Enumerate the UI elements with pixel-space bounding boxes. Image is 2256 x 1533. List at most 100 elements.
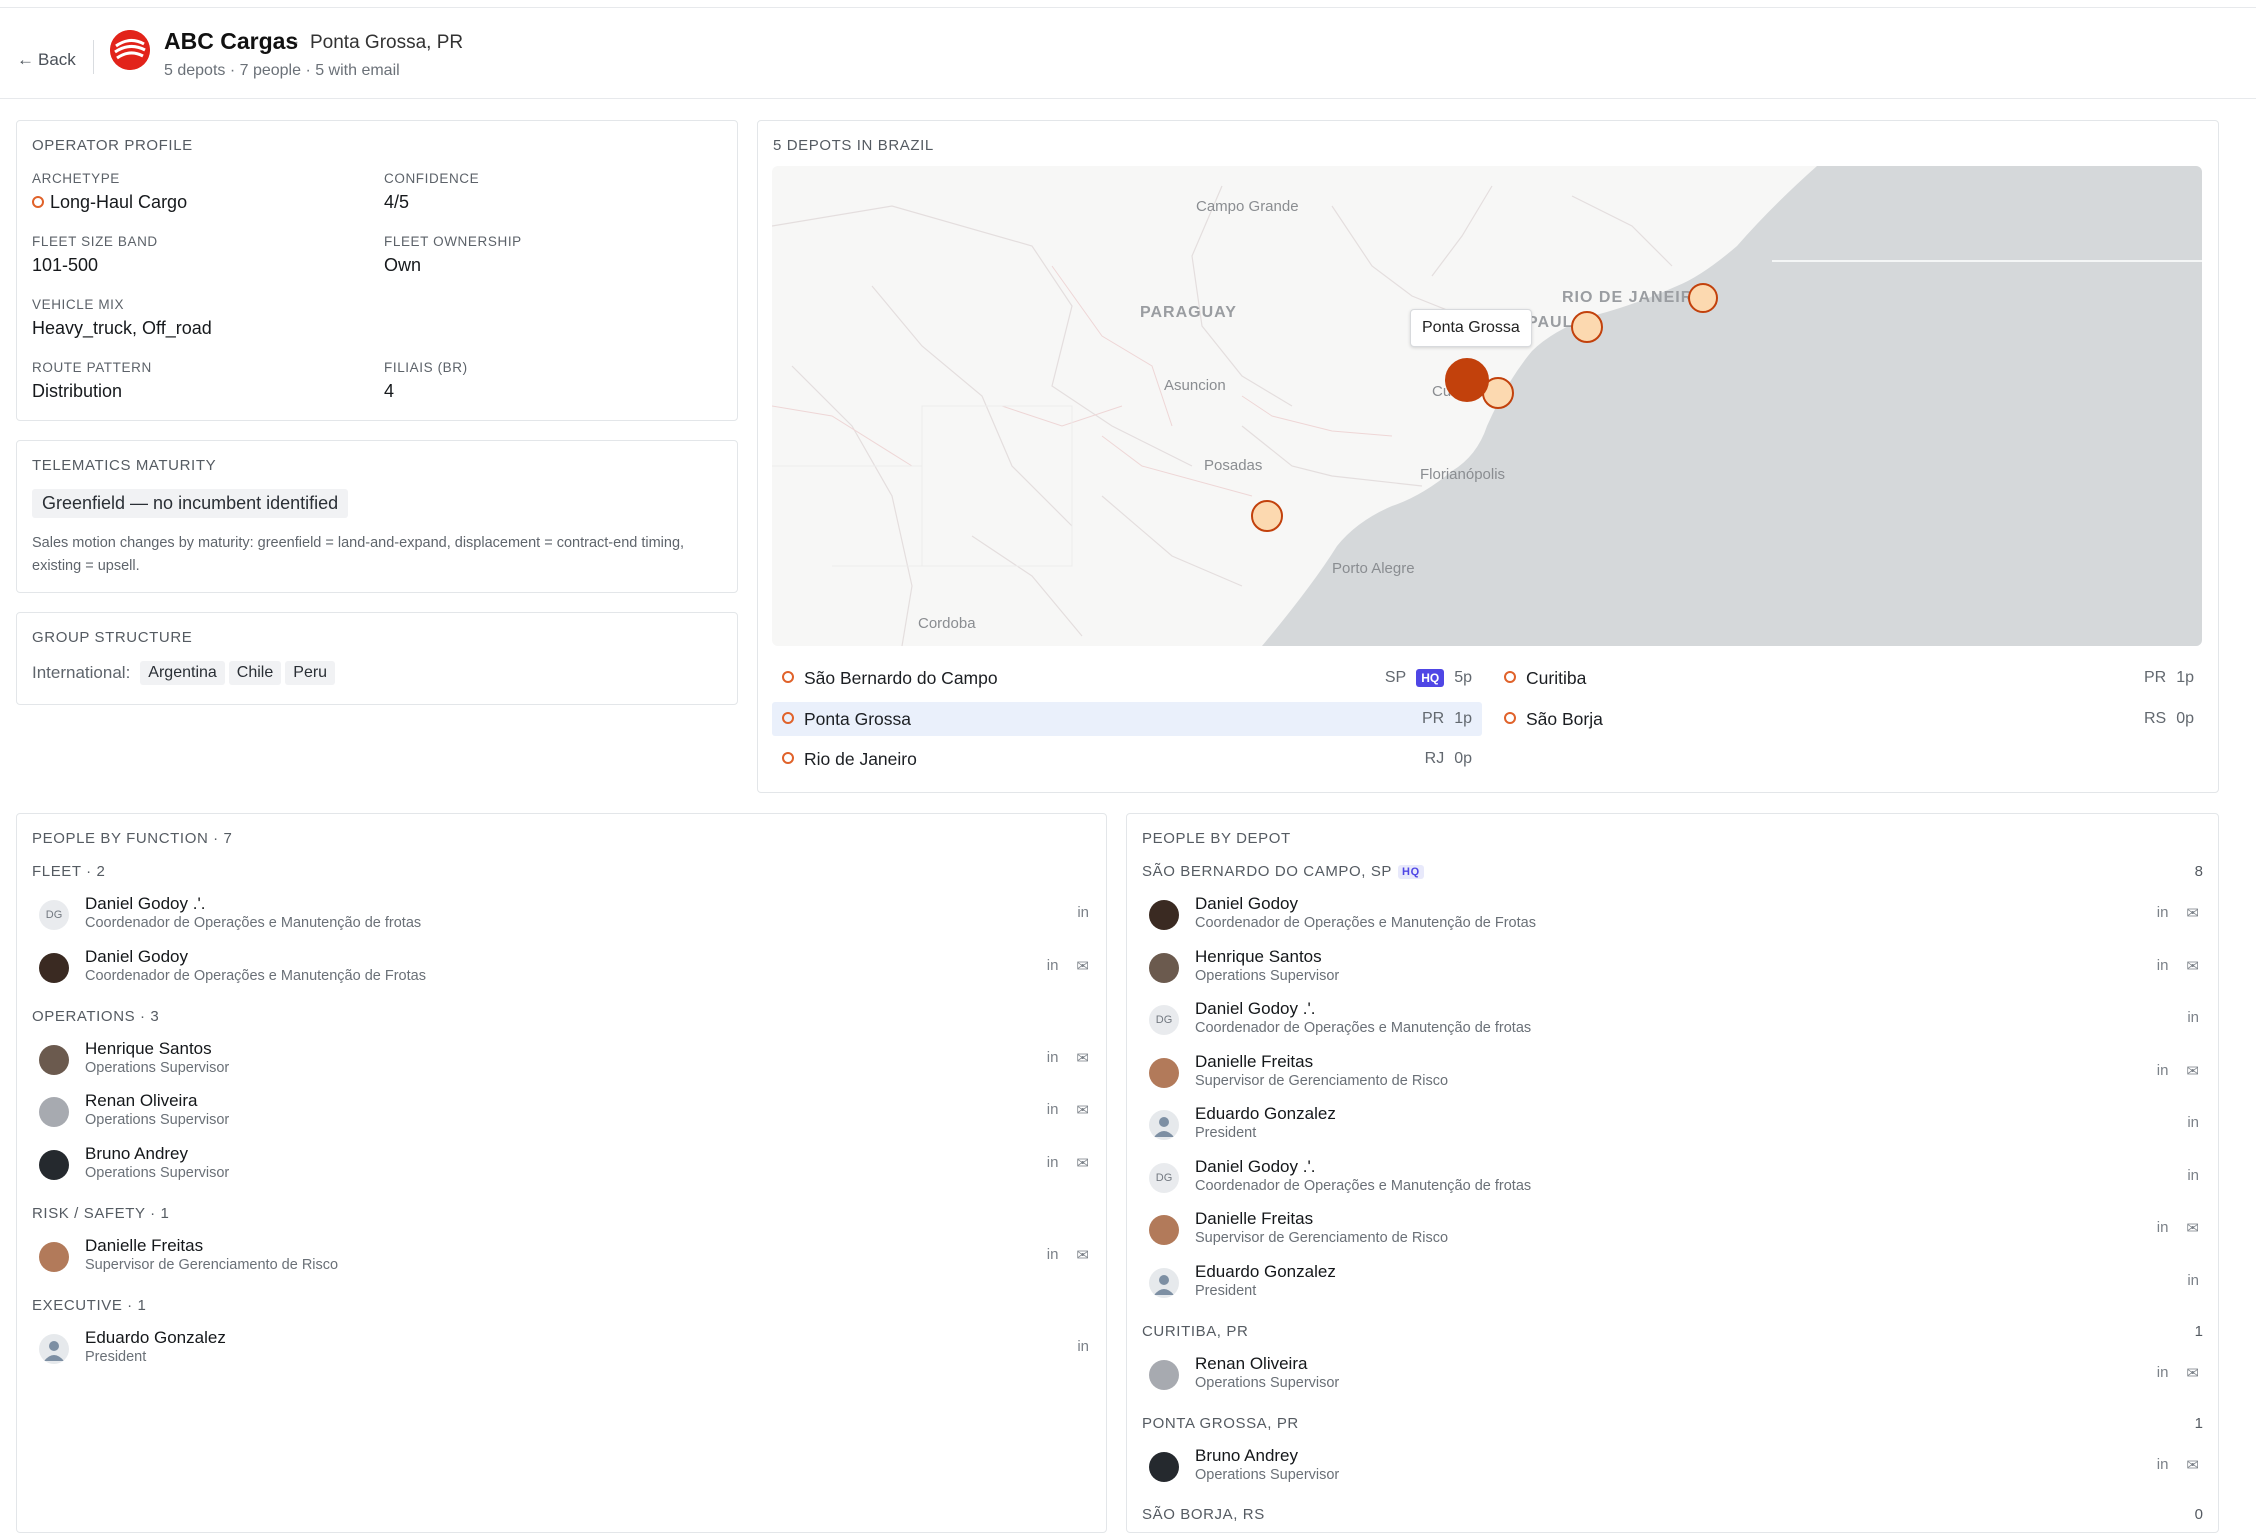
email-icon[interactable]: ✉ [2186, 1062, 2199, 1080]
company-location: Ponta Grossa, PR [310, 32, 464, 53]
depot-pin-sao-bernardo[interactable] [1571, 311, 1603, 343]
map-label-rio: RIO DE JANEIRO [1562, 289, 1707, 306]
person-row[interactable]: Henrique Santos Operations Supervisor in… [1149, 947, 2199, 993]
depot-map[interactable]: Campo Grande PARAGUAY Asuncion Posadas C… [772, 166, 2202, 646]
depot-row[interactable]: Curitiba PR 1p [1494, 661, 2204, 695]
linkedin-icon[interactable]: in [1077, 904, 1089, 921]
linkedin-icon[interactable]: in [2157, 957, 2169, 975]
depot-dot-icon [1504, 671, 1516, 683]
linkedin-icon[interactable]: in [2187, 1114, 2199, 1131]
country-tag: Argentina [140, 661, 225, 685]
archetype-value: Long-Haul Cargo [50, 192, 188, 212]
person-name: Renan Oliveira [1195, 1354, 1308, 1373]
person-row[interactable]: DG Daniel Godoy .'. Coordenador de Opera… [1149, 999, 2199, 1045]
person-name: Daniel Godoy [1195, 894, 1299, 913]
email-icon[interactable]: ✉ [1076, 1101, 1089, 1119]
people-by-function-card: PEOPLE BY FUNCTION · 7 FLEET · 2 DG Dani… [16, 813, 1107, 1533]
archetype-dot-icon [32, 196, 44, 209]
route-pattern-label: ROUTE PATTERN [32, 360, 152, 375]
map-label-paraguay: PARAGUAY [1140, 304, 1237, 321]
function-group-title: RISK / SAFETY · 1 [32, 1205, 170, 1222]
linkedin-icon[interactable]: in [2157, 1062, 2169, 1080]
person-row[interactable]: Daniel Godoy Coordenador de Operações e … [1149, 894, 2199, 940]
fleet-size-field: FLEET SIZE BAND 101-500 [32, 234, 158, 276]
linkedin-icon[interactable]: in [2187, 1272, 2199, 1289]
person-row[interactable]: Danielle Freitas Supervisor de Gerenciam… [39, 1236, 1089, 1282]
avatar-default [39, 1334, 69, 1364]
person-row[interactable]: DG Daniel Godoy .'. Coordenador de Opera… [1149, 1157, 2199, 1203]
page-header: ← Back ABC Cargas · Ponta Grossa, PR 5 d… [0, 8, 2256, 99]
depot-pin-sao-borja[interactable] [1251, 500, 1283, 532]
linkedin-icon[interactable]: in [1047, 957, 1059, 975]
linkedin-icon[interactable]: in [2187, 1167, 2199, 1184]
person-row[interactable]: Daniel Godoy Coordenador de Operações e … [39, 947, 1089, 993]
person-row[interactable]: Bruno Andrey Operations Supervisor in ✉ [1149, 1446, 2199, 1492]
linkedin-icon[interactable]: in [2187, 1009, 2199, 1026]
avatar-initials: DG [1149, 1163, 1179, 1193]
depot-dot-icon [1504, 712, 1516, 724]
linkedin-icon[interactable]: in [2157, 1219, 2169, 1237]
email-icon[interactable]: ✉ [2186, 1364, 2199, 1382]
person-row[interactable]: Bruno Andrey Operations Supervisor in ✉ [39, 1144, 1089, 1190]
person-name: Daniel Godoy .'. [85, 894, 206, 913]
avatar-photo [39, 1097, 69, 1127]
group-structure-card: GROUP STRUCTURE International: Argentina… [16, 612, 738, 705]
person-row[interactable]: Danielle Freitas Supervisor de Gerenciam… [1149, 1209, 2199, 1255]
email-icon[interactable]: ✉ [2186, 957, 2199, 975]
linkedin-icon[interactable]: in [2157, 1456, 2169, 1474]
email-icon[interactable]: ✉ [2186, 1456, 2199, 1474]
linkedin-icon[interactable]: in [1047, 1101, 1059, 1119]
email-icon[interactable]: ✉ [2186, 1219, 2199, 1237]
fleet-ownership-label: FLEET OWNERSHIP [384, 234, 522, 249]
person-role: Coordenador de Operações e Manutenção de… [85, 915, 422, 931]
vehicle-mix-field: VEHICLE MIX Heavy_truck, Off_road [32, 297, 212, 339]
route-pattern-value: Distribution [32, 381, 123, 401]
map-label-asuncion: Asuncion [1164, 377, 1226, 394]
person-row[interactable]: Eduardo Gonzalez President in [1149, 1104, 2199, 1150]
person-row[interactable]: Eduardo Gonzalez President in [39, 1328, 1089, 1374]
avatar-initials: DG [39, 900, 69, 930]
person-row[interactable]: Renan Oliveira Operations Supervisor in ✉ [39, 1091, 1089, 1137]
person-row[interactable]: Henrique Santos Operations Supervisor in… [39, 1039, 1089, 1085]
depot-row[interactable]: São Borja RS 0p [1494, 702, 2204, 736]
email-icon[interactable]: ✉ [2186, 904, 2199, 922]
depot-pin-ponta-grossa[interactable] [1445, 358, 1489, 402]
person-role: Coordenador de Operações e Manutenção de… [85, 968, 426, 984]
depot-row[interactable]: Rio de Janeiro RJ 0p [772, 742, 1482, 776]
map-label-porto-alegre: Porto Alegre [1332, 560, 1415, 577]
back-button[interactable]: ← Back [17, 50, 76, 70]
person-row[interactable]: Renan Oliveira Operations Supervisor in ✉ [1149, 1354, 2199, 1400]
linkedin-icon[interactable]: in [1077, 1338, 1089, 1355]
email-icon[interactable]: ✉ [1076, 957, 1089, 975]
depot-row-selected[interactable]: Ponta Grossa PR 1p [772, 702, 1482, 736]
person-role: Operations Supervisor [85, 1165, 230, 1181]
email-icon[interactable]: ✉ [1076, 1049, 1089, 1067]
person-row[interactable]: DG Daniel Godoy .'. Coordenador de Opera… [39, 894, 1089, 940]
linkedin-icon[interactable]: in [1047, 1154, 1059, 1172]
linkedin-icon[interactable]: in [2157, 904, 2169, 922]
depot-people-count: 0p [2176, 710, 2194, 727]
email-icon[interactable]: ✉ [1076, 1246, 1089, 1264]
filiais-label: FILIAIS (BR) [384, 360, 468, 375]
function-group-title: FLEET · 2 [32, 863, 106, 880]
confidence-field: CONFIDENCE 4/5 [384, 171, 479, 213]
person-row[interactable]: Eduardo Gonzalez President in [1149, 1262, 2199, 1308]
email-icon[interactable]: ✉ [1076, 1154, 1089, 1172]
person-name: Danielle Freitas [1195, 1209, 1314, 1228]
route-pattern-field: ROUTE PATTERN Distribution [32, 360, 152, 402]
company-name: ABC Cargas [164, 28, 299, 54]
fleet-size-label: FLEET SIZE BAND [32, 234, 158, 249]
depot-group-title: CURITIBA, PR [1142, 1323, 1249, 1340]
depot-row[interactable]: São Bernardo do Campo SP HQ 5p [772, 661, 1482, 695]
people-by-depot-card: PEOPLE BY DEPOT SÃO BERNARDO DO CAMPO, S… [1126, 813, 2219, 1533]
linkedin-icon[interactable]: in [2157, 1364, 2169, 1382]
depot-state: RS [2143, 710, 2167, 727]
depot-name: Curitiba [1526, 667, 1587, 688]
linkedin-icon[interactable]: in [1047, 1246, 1059, 1264]
depot-name: São Bernardo do Campo [804, 667, 998, 688]
depot-pin-rio[interactable] [1688, 283, 1718, 313]
person-row[interactable]: Danielle Freitas Supervisor de Gerenciam… [1149, 1052, 2199, 1098]
title-separator: · [294, 34, 300, 51]
person-name: Eduardo Gonzalez [1195, 1104, 1336, 1123]
linkedin-icon[interactable]: in [1047, 1049, 1059, 1067]
